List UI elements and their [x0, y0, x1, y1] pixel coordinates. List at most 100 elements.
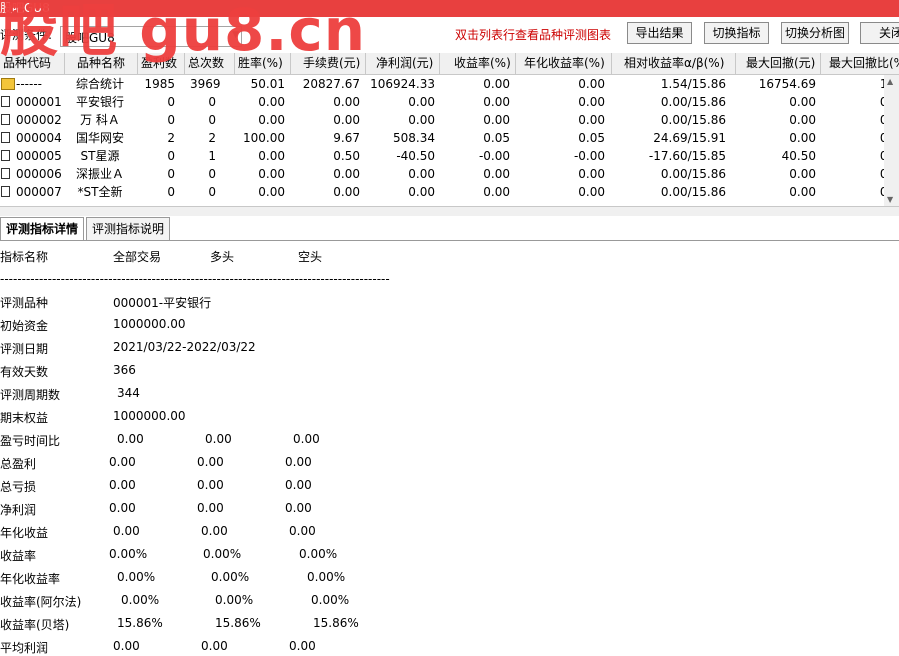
condition-value: 股吧GU8 — [65, 31, 115, 45]
cell-total: 0 — [208, 185, 216, 199]
table-row[interactable]: 000007 *ST全新 0 0 0.00 0.00 0.00 0.00 0.00 0.00/15… — [0, 183, 884, 201]
grid-header: 品种代码 品种名称 盈利数 总次数 胜率(%) 手续费(元) 净利润(元) 收益… — [0, 53, 899, 75]
switch-indicator-button[interactable]: 切换指标 — [704, 22, 769, 44]
cell-fee: 0.50 — [333, 149, 360, 163]
condition-label: 评测条件: — [0, 28, 53, 42]
metric-value-short: 0.00% — [311, 593, 350, 607]
metric-value-long: 0.00% — [211, 570, 250, 584]
cell-dd: 0.00 — [789, 185, 816, 199]
col-annual[interactable]: 年化收益率(%) — [516, 53, 612, 74]
table-row[interactable]: 000005 ST星源 0 1 0.00 0.50 -40.50 -0.00 -0.00 -17.… — [0, 147, 884, 165]
cell-annual: 0.00 — [578, 185, 605, 199]
detail-header-name: 指标名称 — [0, 250, 49, 264]
metric-value-all: 0.00 — [109, 501, 136, 515]
col-code[interactable]: 品种代码 — [0, 53, 65, 74]
col-rate[interactable]: 胜率(%) — [235, 53, 291, 74]
cell-code: ------ — [16, 77, 42, 91]
condition-select[interactable]: 股吧GU8 ▼ — [60, 26, 242, 47]
metric-value-short: 0.00 — [289, 639, 316, 653]
cell-win: 0 — [167, 167, 175, 181]
cell-code: 000007 — [16, 185, 62, 199]
scroll-down-icon[interactable]: ▼ — [887, 195, 893, 204]
metric-value-all: 0.00 — [113, 524, 140, 538]
metric-label: 年化收益率 — [0, 572, 61, 586]
cell-fee: 9.67 — [333, 131, 360, 145]
table-row[interactable]: ------ 综合统计 1985 3969 50.01 20827.67 106924.33… — [0, 75, 884, 93]
table-scrollbar[interactable]: ▲ ▼ — [884, 75, 899, 206]
title-bar: 股吧GU8 — [0, 0, 899, 17]
cell-ret: 0.05 — [483, 131, 510, 145]
detail-header-all: 全部交易 — [113, 250, 162, 264]
col-win[interactable]: 盈利数 — [138, 53, 185, 74]
cell-code: 000006 — [16, 167, 62, 181]
scroll-up-icon[interactable]: ▲ — [887, 77, 893, 86]
cell-ddr: 1.6 — [879, 77, 884, 91]
cell-name: 万 科Ａ — [80, 113, 120, 127]
cell-ret: 0.00 — [483, 185, 510, 199]
cell-name: 平安银行 — [75, 95, 124, 109]
tab-explain[interactable]: 评测指标说明 — [86, 217, 171, 240]
metric-value-short: 0.00 — [285, 455, 312, 469]
chevron-down-icon[interactable]: ▼ — [232, 30, 239, 40]
metric-label: 收益率(阿尔法) — [0, 595, 82, 609]
metric-value-long: 0.00% — [215, 593, 254, 607]
metric-value-short: 0.00 — [285, 501, 312, 515]
cell-rel: -17.60/15.85 — [648, 149, 726, 163]
cell-total: 0 — [208, 95, 216, 109]
cell-code: 000002 — [16, 113, 62, 127]
cell-rel: 1.54/15.86 — [660, 77, 726, 91]
tab-detail[interactable]: 评测指标详情 — [0, 217, 85, 240]
cell-win: 2 — [167, 131, 175, 145]
metric-label: 净利润 — [0, 503, 37, 517]
metric-value-short: 0.00 — [293, 432, 320, 446]
table-row[interactable]: 000001 平安银行 0 0 0.00 0.00 0.00 0.00 0.00 0.00/15.… — [0, 93, 884, 111]
cell-ddr: 0.0 — [879, 185, 884, 199]
document-icon — [1, 114, 10, 125]
metric-value-short: 0.00 — [289, 524, 316, 538]
export-button[interactable]: 导出结果 — [627, 22, 692, 44]
cell-code: 000004 — [16, 131, 62, 145]
cell-fee: 0.00 — [333, 185, 360, 199]
cell-ret: 0.00 — [483, 95, 510, 109]
table-row[interactable]: 000002 万 科Ａ 0 0 0.00 0.00 0.00 0.00 0.00 0.00/15.… — [0, 111, 884, 129]
metric-value-short: 0.00% — [307, 570, 346, 584]
cell-annual: -0.00 — [573, 149, 605, 163]
col-fee[interactable]: 手续费(元) — [291, 53, 366, 74]
table-row[interactable]: 000006 深振业Ａ 0 0 0.00 0.00 0.00 0.00 0.00 0.00/15.… — [0, 165, 884, 183]
detail-value: 000001-平安银行 — [113, 296, 212, 310]
metric-label: 收益率(贝塔) — [0, 618, 70, 632]
cell-total: 2 — [208, 131, 216, 145]
cell-fee: 0.00 — [333, 95, 360, 109]
metric-value-all: 0.00 — [113, 639, 140, 653]
cell-rate: 50.01 — [250, 77, 285, 91]
col-return[interactable]: 收益率(%) — [440, 53, 516, 74]
cell-rate: 0.00 — [258, 95, 285, 109]
detail-value: 1000000.00 — [113, 317, 186, 331]
document-icon — [1, 186, 10, 197]
switch-chart-button[interactable]: 切换分析图 — [781, 22, 849, 44]
cell-ret: -0.00 — [478, 149, 510, 163]
cell-name: ST星源 — [80, 149, 120, 163]
col-relative[interactable]: 相对收益率α/β(%) — [612, 53, 736, 74]
col-name[interactable]: 品种名称 — [65, 53, 138, 74]
col-drawdown-ratio[interactable]: 最大回撤比(%) — [821, 53, 899, 74]
metric-label: 总盈利 — [0, 457, 37, 471]
col-profit[interactable]: 净利润(元) — [366, 53, 440, 74]
metric-value-long: 0.00 — [205, 432, 232, 446]
cell-rel: 24.69/15.91 — [653, 131, 726, 145]
detail-label: 评测品种 — [0, 296, 49, 310]
col-total[interactable]: 总次数 — [185, 53, 235, 74]
cell-win: 1985 — [144, 77, 175, 91]
document-icon — [1, 150, 10, 161]
cell-profit: 0.00 — [408, 113, 435, 127]
metric-value-long: 0.00 — [197, 478, 224, 492]
col-drawdown[interactable]: 最大回撤(元) — [736, 53, 821, 74]
cell-dd: 16754.69 — [758, 77, 816, 91]
cell-fee: 20827.67 — [302, 77, 360, 91]
cell-win: 0 — [167, 185, 175, 199]
table-row[interactable]: 000004 国华网安 2 2 100.00 9.67 508.34 0.05 0.05 24.6… — [0, 129, 884, 147]
cell-dd: 0.00 — [789, 95, 816, 109]
close-button[interactable]: 关闭 — [860, 22, 899, 44]
cell-rel: 0.00/15.86 — [660, 167, 726, 181]
detail-label: 有效天数 — [0, 365, 49, 379]
